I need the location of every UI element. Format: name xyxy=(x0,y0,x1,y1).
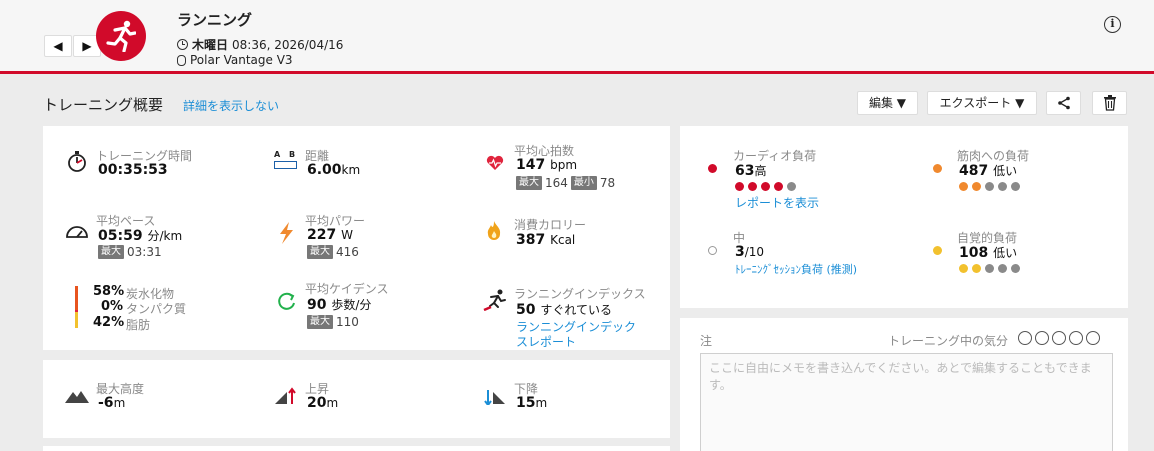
device-line: Polar Vantage V3 xyxy=(177,53,293,67)
power-max: 最大 416 xyxy=(307,245,359,259)
prev-button[interactable]: ◀ xyxy=(44,35,72,57)
pace-value: 05:59 分/km xyxy=(98,228,183,244)
heart-rate-value: 147 bpm xyxy=(516,157,578,173)
session-load-value: 3/10 xyxy=(735,244,765,260)
notes-label: 注 xyxy=(700,334,713,348)
fat-pct: 42% xyxy=(93,315,125,330)
load-dot xyxy=(985,182,994,191)
carbs-pct: 58% xyxy=(93,284,125,299)
fat-label: 脂肪 xyxy=(126,318,151,332)
running-index-label: ランニングインデックス xyxy=(514,287,646,301)
cardio-load-value: 63高 xyxy=(735,163,767,179)
watch-icon xyxy=(177,54,186,66)
info-icon[interactable]: i xyxy=(1104,16,1121,33)
heart-icon xyxy=(486,155,504,170)
metrics-card: トレーニング時間 00:35:53 A B 距離 6.00km 平均心拍数 14… xyxy=(43,126,670,350)
next-card xyxy=(43,446,670,451)
mood-very-happy-icon[interactable] xyxy=(1086,331,1100,345)
load-dot xyxy=(1011,182,1020,191)
load-dot xyxy=(748,182,757,191)
power-value: 227 W xyxy=(307,227,353,243)
load-card: カーディオ負荷 63高 レポートを表示 筋肉への負荷 487 低い 中 3/10… xyxy=(680,126,1128,308)
elevation-card: 最大高度 -6m 上昇 20m 下降 15m xyxy=(43,360,670,438)
page-title: ランニング xyxy=(177,11,253,29)
protein-pct: 0% xyxy=(101,299,124,314)
edit-button[interactable]: 編集 ▼ xyxy=(857,91,918,115)
load-dot xyxy=(959,264,968,273)
calories-value: 387 Kcal xyxy=(516,232,576,248)
load-dot xyxy=(972,264,981,273)
cardio-indicator xyxy=(708,164,717,173)
perceived-load-value: 108 低い xyxy=(959,245,1018,261)
running-sport-icon xyxy=(96,11,146,61)
cadence-icon xyxy=(278,292,295,310)
max-altitude-value: -6m xyxy=(98,395,126,411)
descent-icon xyxy=(484,390,505,405)
muscle-load-value: 487 低い xyxy=(959,163,1018,179)
summary-title: トレーニング概要 xyxy=(43,96,164,114)
heart-rate-range: 最大 164 最小 78 xyxy=(516,176,615,190)
date-line: 木曜日 08:36, 2026/04/16 xyxy=(177,36,343,53)
mood-selector xyxy=(1018,331,1100,345)
load-dot xyxy=(735,182,744,191)
load-dot xyxy=(998,182,1007,191)
descent-value: 15m xyxy=(516,395,548,411)
running-index-value: 50 すぐれている xyxy=(516,302,612,318)
distance-value: 6.00km xyxy=(307,162,361,178)
delete-button[interactable] xyxy=(1092,91,1127,115)
protein-label: タンパク質 xyxy=(126,302,187,316)
duration-value: 00:35:53 xyxy=(98,162,168,178)
hide-details-link[interactable]: 詳細を表示しない xyxy=(183,97,279,114)
load-dot xyxy=(959,182,968,191)
perceived-indicator xyxy=(933,246,942,255)
running-index-icon xyxy=(483,289,506,311)
mood-sad-icon[interactable] xyxy=(1035,331,1049,345)
load-dot xyxy=(1011,264,1020,273)
cardio-report-link[interactable]: レポートを表示 xyxy=(735,194,819,211)
pace-max: 最大 03:31 xyxy=(98,245,162,259)
lightning-icon xyxy=(280,222,293,244)
device-name: Polar Vantage V3 xyxy=(190,53,293,67)
load-dot xyxy=(774,182,783,191)
cadence-max: 最大 110 xyxy=(307,315,359,329)
flame-icon xyxy=(487,221,501,240)
mountain-icon xyxy=(65,391,89,403)
muscle-indicator xyxy=(933,164,942,173)
activity-header: ◀ ▶ ランニング 木曜日 08:36, 2026/04/16 Polar Va… xyxy=(0,0,1154,74)
session-load-link[interactable]: ﾄﾚｰﾆﾝｸﾞｾｯｼｮﾝ負荷 (推測) xyxy=(735,261,857,277)
mood-happy-icon[interactable] xyxy=(1069,331,1083,345)
datetime: 08:36, 2026/04/16 xyxy=(232,37,344,52)
perceived-load-dots xyxy=(959,264,1020,273)
notes-textarea[interactable]: ここに自由にメモを書き込んでください。あとで編集することもできます。 xyxy=(700,353,1113,451)
mood-neutral-icon[interactable] xyxy=(1052,331,1066,345)
load-dot xyxy=(972,182,981,191)
cadence-value: 90 歩数/分 xyxy=(307,297,372,313)
muscle-load-dots xyxy=(959,182,1020,191)
load-dot xyxy=(761,182,770,191)
energy-source-bar xyxy=(75,286,78,328)
cadence-label: 平均ケイデンス xyxy=(305,282,389,296)
share-icon xyxy=(1057,96,1070,110)
share-button[interactable] xyxy=(1046,91,1081,115)
ascent-value: 20m xyxy=(307,395,339,411)
running-index-report-link-line2[interactable]: スレポート xyxy=(516,333,576,350)
load-dot xyxy=(998,264,1007,273)
stopwatch-icon xyxy=(68,151,86,172)
load-dot xyxy=(787,182,796,191)
distance-icon: A B xyxy=(274,150,298,172)
mood-very-sad-icon[interactable] xyxy=(1018,331,1032,345)
pace-gauge-icon xyxy=(66,226,88,238)
load-dot xyxy=(985,264,994,273)
export-button[interactable]: エクスポート ▼ xyxy=(927,91,1037,115)
trash-icon xyxy=(1103,95,1116,111)
session-indicator xyxy=(708,246,717,255)
ascent-icon xyxy=(275,387,296,404)
cardio-load-dots xyxy=(735,182,796,191)
calories-label: 消費カロリー xyxy=(514,218,587,232)
mood-label: トレーニング中の気分 xyxy=(888,334,1009,348)
clock-icon xyxy=(177,39,188,50)
weekday: 木曜日 xyxy=(192,38,229,52)
